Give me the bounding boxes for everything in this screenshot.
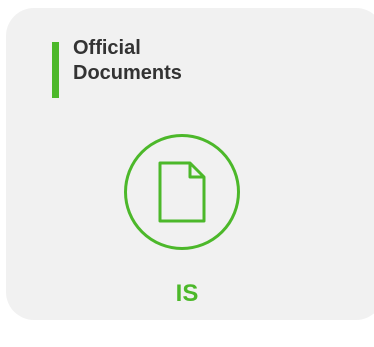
accent-bar xyxy=(52,42,59,98)
card-title: Official Documents xyxy=(73,37,182,84)
document-icon xyxy=(158,161,206,223)
document-icon-circle xyxy=(124,134,240,250)
country-code: IS xyxy=(175,280,199,307)
card-header: Official Documents xyxy=(52,36,243,98)
